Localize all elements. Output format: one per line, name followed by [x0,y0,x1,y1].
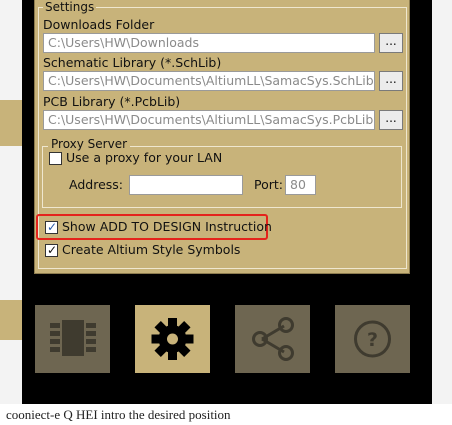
settings-group-title: Settings [43,0,97,14]
share-icon [235,305,310,373]
pcb-library-label: PCB Library (*.PcbLib) [43,94,181,109]
show-add-to-design-label: Show ADD TO DESIGN Instruction [62,219,272,234]
pcb-library-input[interactable]: C:\Users\HW\Documents\AltiumLL\SamacSys.… [43,110,375,130]
downloads-browse-button[interactable]: ... [379,33,403,53]
pcb-library-browse-button[interactable]: ... [379,110,403,130]
use-proxy-checkbox[interactable] [49,152,62,165]
background-left-accent-lower [0,300,22,340]
share-nav-button[interactable] [235,305,310,373]
gear-icon [135,305,210,373]
schematic-library-label: Schematic Library (*.SchLib) [43,55,222,70]
schematic-library-browse-button[interactable]: ... [379,71,403,91]
proxy-address-input[interactable] [129,175,243,195]
components-nav-button[interactable] [35,305,110,373]
use-proxy-label: Use a proxy for your LAN [66,150,223,165]
checkmark-icon: ✓ [47,220,58,234]
background-document-text: cooniect-e Q HEI intro the desired posit… [0,404,452,425]
proxy-port-input[interactable]: 80 [285,175,316,195]
downloads-folder-label: Downloads Folder [43,17,155,32]
background-right-strip [432,0,452,425]
downloads-folder-input[interactable]: C:\Users\HW\Downloads [43,33,375,53]
background-left-strip [0,0,22,425]
component-icon [35,305,110,373]
schematic-library-input[interactable]: C:\Users\HW\Documents\AltiumLL\SamacSys.… [43,71,375,91]
altium-style-symbols-label: Create Altium Style Symbols [62,242,241,257]
proxy-port-label: Port: [254,177,283,192]
settings-nav-button[interactable] [135,305,210,373]
show-add-to-design-checkbox[interactable]: ✓ [45,220,58,234]
proxy-address-label: Address: [69,177,123,192]
altium-style-symbols-checkbox[interactable]: ✓ [45,243,58,257]
help-icon: ? [335,305,410,373]
background-left-accent [0,100,22,146]
checkmark-icon: ✓ [47,243,58,257]
svg-text:?: ? [367,329,378,351]
help-nav-button[interactable]: ? [335,305,410,373]
